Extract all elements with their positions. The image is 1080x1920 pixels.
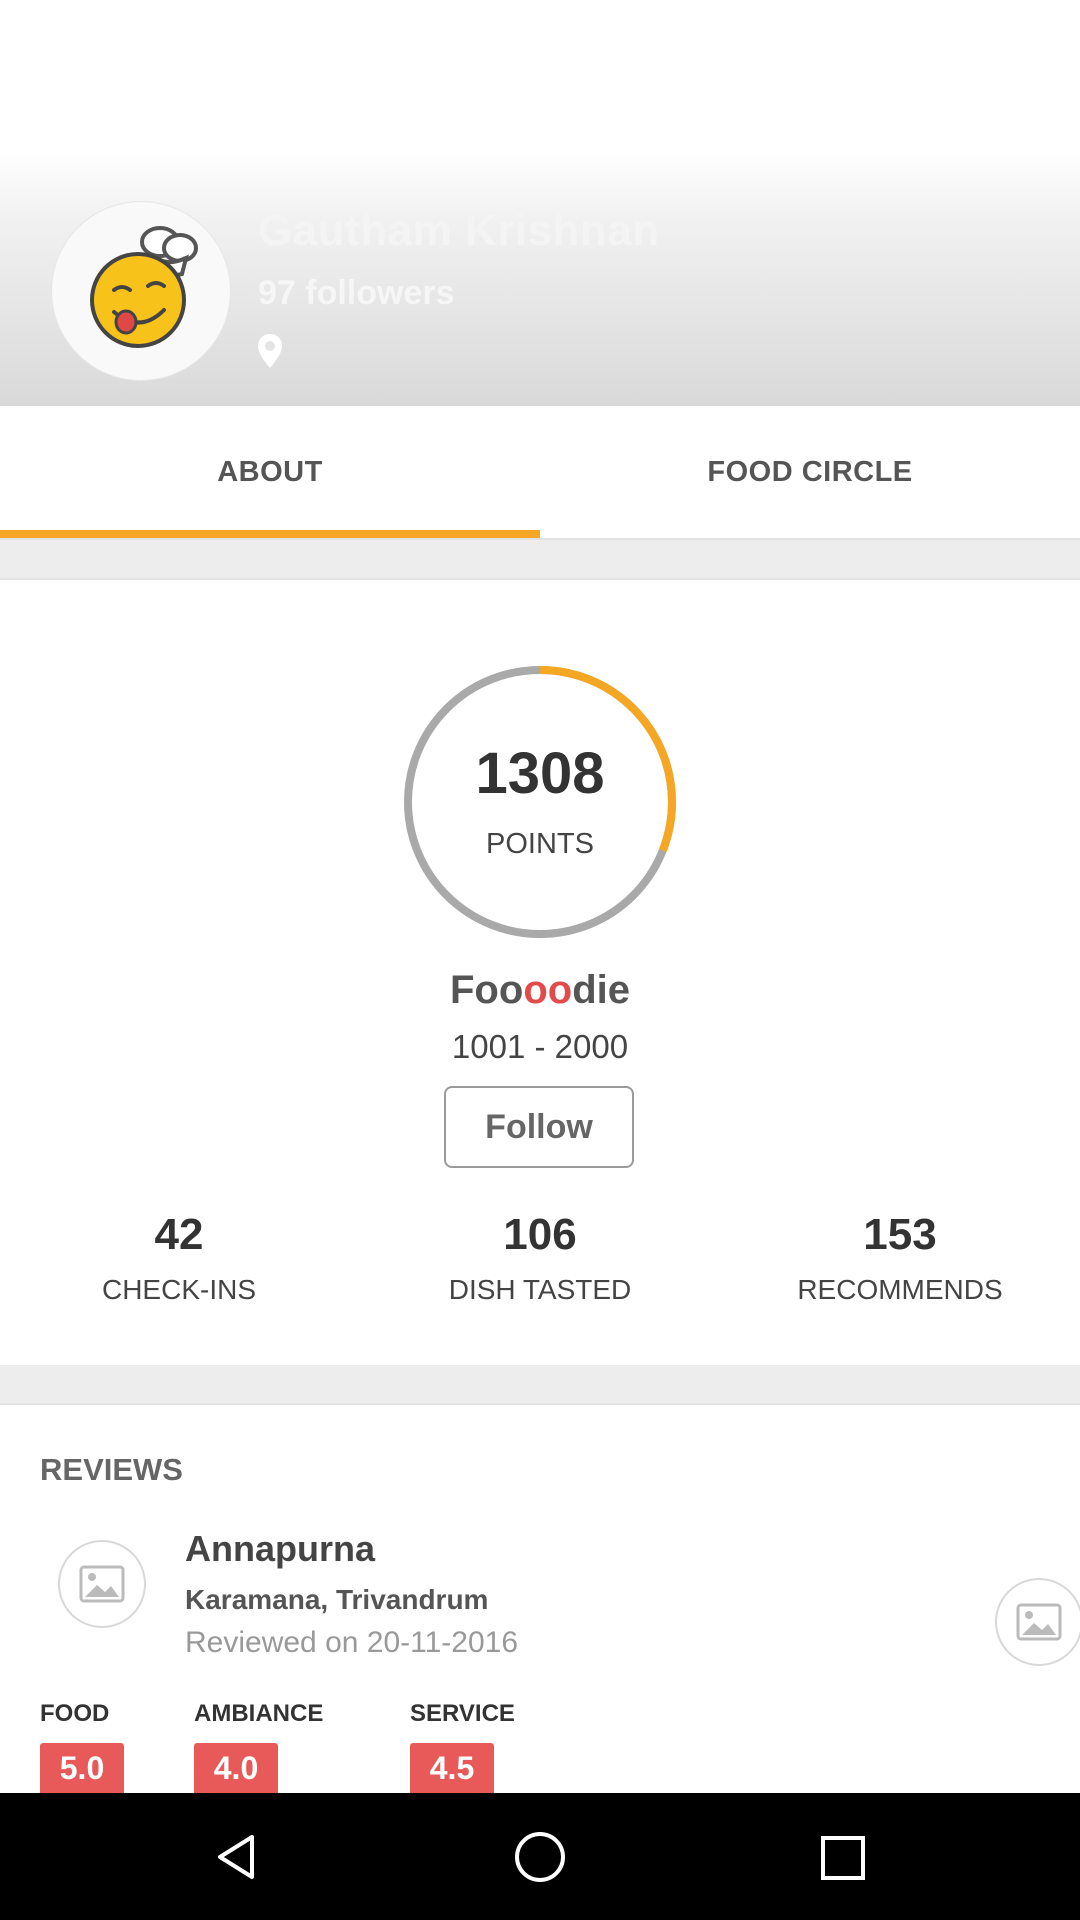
stat-label: CHECK-INS xyxy=(101,1274,256,1305)
section-divider xyxy=(0,540,1080,578)
stat-dish-tasted[interactable]: 106 DISH TASTED xyxy=(390,1210,690,1306)
tab-about[interactable]: ABOUT xyxy=(0,406,540,538)
stat-value: 106 xyxy=(503,1210,577,1259)
level-name: Foooodie xyxy=(450,968,630,1012)
tab-food-circle[interactable]: FOOD CIRCLE xyxy=(540,406,1080,538)
review-date: Reviewed on 20-11-2016 xyxy=(185,1626,519,1659)
system-navigation-bar xyxy=(0,1793,1080,1920)
stat-check-ins[interactable]: 42 CHECK-INS xyxy=(29,1210,329,1306)
rating-value-service: 4.5 xyxy=(410,1743,494,1793)
review-location: Karamana, Trivandrum xyxy=(185,1584,489,1615)
profile-header: Gautham Krishnan 97 followers xyxy=(0,0,1080,406)
followers-count[interactable]: 97 followers xyxy=(258,274,455,313)
recents-icon[interactable] xyxy=(820,1835,866,1881)
avatar[interactable] xyxy=(52,202,230,380)
stat-value: 153 xyxy=(863,1210,937,1259)
rating-label-food: FOOD xyxy=(40,1700,110,1727)
back-icon[interactable] xyxy=(212,1833,260,1881)
points-label: POINTS xyxy=(486,828,594,860)
profile-tabs: ABOUT FOOD CIRCLE xyxy=(0,406,1080,540)
rating-value-food: 5.0 xyxy=(40,1743,124,1793)
follow-button[interactable]: Follow xyxy=(444,1086,634,1168)
image-placeholder-icon xyxy=(79,1565,125,1603)
stat-value: 42 xyxy=(154,1210,204,1259)
reviews-title: REVIEWS xyxy=(40,1452,183,1487)
rating-label-service: SERVICE xyxy=(410,1700,515,1727)
home-icon[interactable] xyxy=(514,1831,566,1883)
location-pin-icon xyxy=(258,334,282,368)
active-tab-indicator xyxy=(0,530,540,538)
image-placeholder-icon xyxy=(1016,1603,1062,1641)
restaurant-thumbnail[interactable] xyxy=(58,1540,146,1628)
rating-label-ambiance: AMBIANCE xyxy=(194,1700,324,1727)
section-divider xyxy=(0,1365,1080,1403)
review-photo[interactable] xyxy=(995,1578,1080,1666)
points-value: 1308 xyxy=(475,741,605,806)
level-range: 1001 - 2000 xyxy=(451,1028,629,1065)
rating-value-ambiance: 4.0 xyxy=(194,1743,278,1793)
chef-emoji-icon xyxy=(90,226,198,348)
profile-name: Gautham Krishnan xyxy=(258,206,660,255)
stat-recommends[interactable]: 153 RECOMMENDS xyxy=(750,1210,1050,1306)
stat-label: RECOMMENDS xyxy=(797,1274,1003,1305)
review-restaurant-name[interactable]: Annapurna xyxy=(185,1528,375,1570)
stat-label: DISH TASTED xyxy=(448,1274,632,1305)
